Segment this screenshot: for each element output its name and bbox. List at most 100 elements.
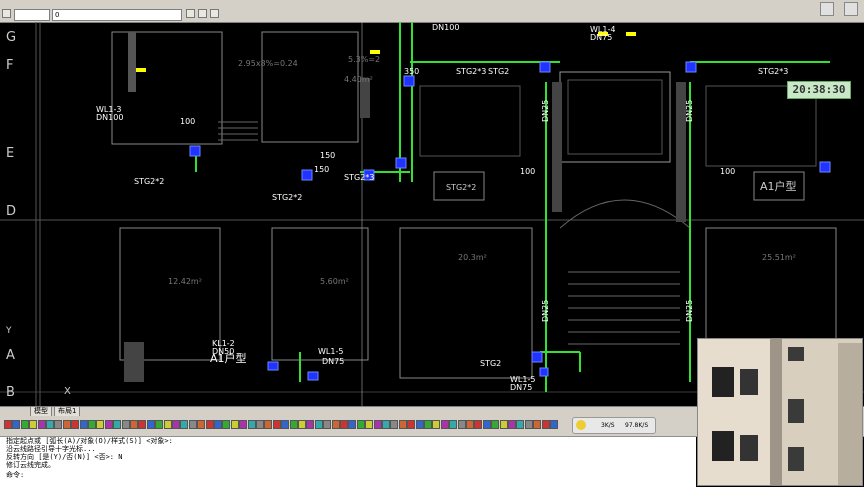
tool-icon[interactable] xyxy=(365,420,374,429)
tool-icon[interactable] xyxy=(20,420,29,429)
tool-icon[interactable] xyxy=(432,420,441,429)
drawing-text: STG2*3 xyxy=(758,67,788,76)
tool-icon[interactable] xyxy=(306,420,315,429)
drawing-text: 25.51m² xyxy=(762,253,796,262)
layer-previous-icon[interactable] xyxy=(186,9,195,18)
tool-icon[interactable] xyxy=(323,420,332,429)
tool-icon[interactable] xyxy=(449,420,458,429)
minimize-icon[interactable] xyxy=(820,2,834,16)
tool-icon[interactable] xyxy=(180,420,189,429)
tool-icon[interactable] xyxy=(289,420,298,429)
tool-icon[interactable] xyxy=(46,420,54,429)
drawing-text: STG2*2 xyxy=(134,177,164,186)
tool-icon[interactable] xyxy=(205,420,214,429)
tool-icon[interactable] xyxy=(239,420,248,429)
drawing-text: STG2*3 xyxy=(456,67,486,76)
tool-icon[interactable] xyxy=(298,420,306,429)
restore-icon[interactable] xyxy=(844,2,858,16)
drawing-text: 350 xyxy=(404,67,419,76)
drawing-text: DN25 xyxy=(685,300,694,322)
tool-icon[interactable] xyxy=(256,420,264,429)
tool-icon[interactable] xyxy=(88,420,96,429)
tool-icon[interactable] xyxy=(499,420,508,429)
tool-icon[interactable] xyxy=(398,420,407,429)
grid-label-a: A xyxy=(6,348,15,363)
tool-icon[interactable] xyxy=(541,420,550,429)
tool-icon[interactable] xyxy=(348,420,357,429)
network-monitor: 3K/S 97.8K/S xyxy=(572,417,656,434)
ucs-y-label: Y xyxy=(6,326,12,336)
tool-icon[interactable] xyxy=(508,420,516,429)
drawing-text: DN25 xyxy=(685,100,694,122)
tool-icon[interactable] xyxy=(197,420,206,429)
tool-icon[interactable] xyxy=(96,420,105,429)
tool-icon[interactable] xyxy=(146,420,155,429)
tool-icon[interactable] xyxy=(4,420,12,429)
tool-icon[interactable] xyxy=(130,420,138,429)
tool-icon[interactable] xyxy=(54,420,63,429)
drawing-text: 150 xyxy=(314,165,329,174)
drawing-text: DN100 xyxy=(432,23,459,32)
command-history-line: 沿云线路径引导十字光标... xyxy=(6,445,96,453)
make-current-icon[interactable] xyxy=(198,9,207,18)
tool-icon[interactable] xyxy=(230,420,239,429)
tool-icon[interactable] xyxy=(172,420,180,429)
tool-icon[interactable] xyxy=(550,420,558,429)
tool-icon[interactable] xyxy=(440,420,449,429)
tool-icon[interactable] xyxy=(104,420,113,429)
tool-icon[interactable] xyxy=(474,420,483,429)
tool-icon[interactable] xyxy=(524,420,533,429)
tool-icon[interactable] xyxy=(356,420,365,429)
command-prompt[interactable]: 命令: xyxy=(0,471,696,479)
command-window[interactable]: 指定起点或 [弧长(A)/对象(O)/样式(S)] <对象>: 沿云线路径引导十… xyxy=(0,436,696,487)
annotation-labels: DN100 WL1-4DN75WL1-3DN100STG2*3 STG2 STG2*3… xyxy=(96,23,797,392)
tool-icon[interactable] xyxy=(264,420,273,429)
tool-icon[interactable] xyxy=(188,420,197,429)
tool-icon[interactable] xyxy=(121,420,130,429)
tool-icon[interactable] xyxy=(482,420,491,429)
tool-icon[interactable] xyxy=(415,420,424,429)
tool-icon[interactable] xyxy=(424,420,432,429)
tool-icon[interactable] xyxy=(373,420,382,429)
tool-icon[interactable] xyxy=(533,420,542,429)
tool-icon[interactable] xyxy=(457,420,466,429)
drawing-text: STG2 xyxy=(488,67,509,76)
pipe-network xyxy=(195,22,830,392)
tool-icon[interactable] xyxy=(272,420,281,429)
tool-icon[interactable] xyxy=(12,420,21,429)
drawing-text: WL1-5 xyxy=(318,347,343,356)
window-controls xyxy=(808,0,864,22)
tool-icon[interactable] xyxy=(214,420,222,429)
tool-icon[interactable] xyxy=(79,420,88,429)
tool-icon[interactable] xyxy=(331,420,340,429)
tool-icon[interactable] xyxy=(71,420,80,429)
tool-icon[interactable] xyxy=(222,420,231,429)
layer-toolbar: 0 xyxy=(0,8,864,23)
drawing-text: 150 xyxy=(320,151,335,160)
tool-icon[interactable] xyxy=(247,420,256,429)
tool-icon[interactable] xyxy=(29,420,38,429)
tool-icon[interactable] xyxy=(138,420,147,429)
tool-icon[interactable] xyxy=(340,420,348,429)
grid-label-d: D xyxy=(6,204,17,219)
tool-icon[interactable] xyxy=(163,420,172,429)
tool-icon[interactable] xyxy=(466,420,474,429)
tool-icon[interactable] xyxy=(407,420,416,429)
drawing-text: 100 xyxy=(180,117,195,126)
tool-icon[interactable] xyxy=(491,420,500,429)
tool-icon[interactable] xyxy=(62,420,71,429)
tool-icon[interactable] xyxy=(281,420,290,429)
layer-iso-icon[interactable] xyxy=(210,9,219,18)
tool-icon[interactable] xyxy=(382,420,390,429)
tool-icon[interactable] xyxy=(113,420,122,429)
tool-icon[interactable] xyxy=(155,420,164,429)
tool-icon[interactable] xyxy=(37,420,46,429)
drawing-text: STG2*2 xyxy=(446,183,476,192)
drawing-text: 100 xyxy=(720,167,735,176)
layer-manager-icon[interactable] xyxy=(2,9,11,18)
current-layer-combo[interactable]: 0 xyxy=(52,9,182,21)
layer-state-combo[interactable] xyxy=(14,9,50,21)
tool-icon[interactable] xyxy=(390,420,399,429)
tool-icon[interactable] xyxy=(314,420,323,429)
tool-icon[interactable] xyxy=(516,420,525,429)
